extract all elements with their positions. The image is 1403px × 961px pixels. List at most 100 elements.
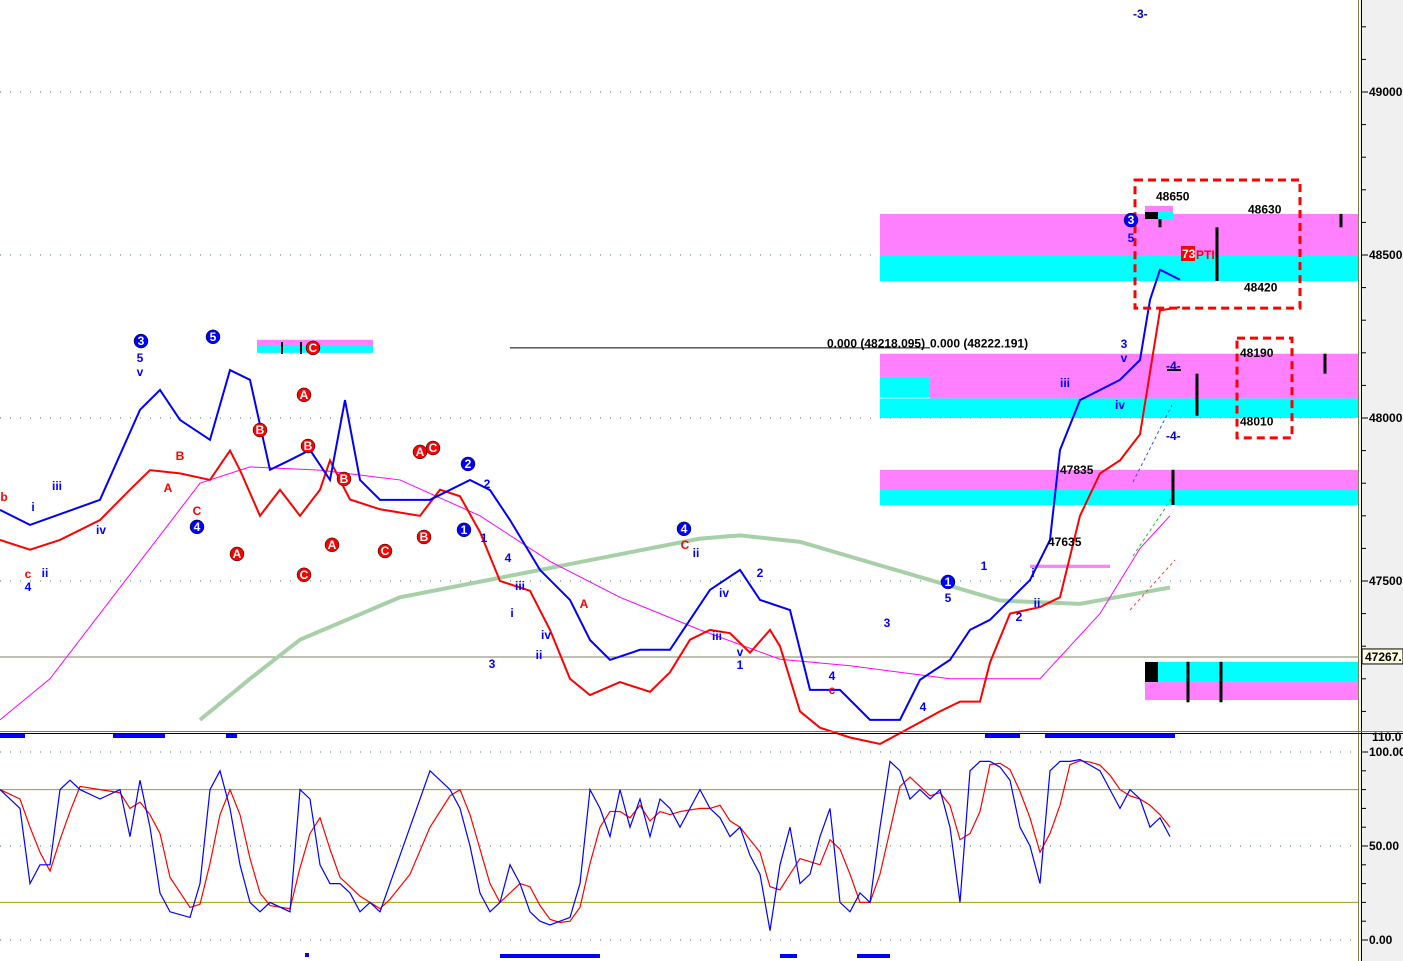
signal-bar [985, 734, 1020, 738]
wave-label: 5 [1128, 231, 1135, 245]
stochastic-panel[interactable] [0, 751, 1358, 941]
wave-label: C [300, 568, 309, 582]
signal-bar [113, 734, 165, 738]
wave-label: i [31, 500, 34, 514]
wave-label: ii [42, 566, 49, 580]
wave-label: C [429, 441, 438, 455]
supply-zone [880, 353, 1358, 377]
trading-chart: biiiic4iiiv35v54CABBAABCCBA CBA C21214iiii… [0, 0, 1403, 961]
wave-label: iv [96, 523, 106, 537]
signal-bar [780, 954, 797, 958]
signal-bar [1045, 734, 1175, 738]
signal-bar [500, 954, 600, 958]
wave-label: 4 [829, 669, 836, 683]
wave-label: iv [1115, 398, 1125, 412]
price-annotation: 0.000 (48222.191) [930, 337, 1028, 351]
price-annotation: 48420 [1244, 281, 1278, 295]
wave-label: iv [719, 586, 729, 600]
price-annotation: 48650 [1156, 189, 1190, 203]
osc-tick-label: 0.00 [1369, 933, 1393, 947]
price-tick-label: 49000 [1369, 85, 1403, 99]
supply-zone [1030, 564, 1110, 568]
target-block-cyan [1158, 212, 1173, 219]
demand-zone [880, 376, 930, 398]
wave-label: v [1121, 351, 1128, 365]
wave-label: 5 [137, 351, 144, 365]
wave-label: A [580, 597, 589, 611]
wave-label: A [164, 481, 173, 495]
wave-label: b [0, 490, 7, 504]
price-annotation: -4- [1166, 359, 1181, 373]
demand-zone [880, 255, 1358, 282]
wave-label: v [137, 365, 144, 379]
projection-line-green [1132, 497, 1173, 557]
wave-label: 1 [461, 523, 468, 537]
current-price-label: 47267. [1365, 650, 1402, 664]
wave-label: i [1031, 566, 1034, 580]
price-annotation: 48190 [1240, 346, 1274, 360]
wave-label: 3 [1128, 213, 1135, 227]
price-annotation: PTI [1196, 248, 1215, 262]
wave-label: 2 [484, 477, 491, 491]
supply-zone [1145, 682, 1358, 700]
pti-badge-value: 73 [1182, 247, 1196, 261]
wave-label: iii [1060, 376, 1070, 390]
wave-label: iii [712, 629, 722, 643]
wave-label: iv [541, 628, 551, 642]
osc-tick-label: 100.00 [1369, 745, 1403, 759]
target-mark [281, 342, 283, 354]
wave-label: 3 [1121, 337, 1128, 351]
signal-bar [226, 734, 237, 738]
wave-label: B [420, 530, 429, 544]
wave-label: ii [536, 648, 543, 662]
price-axis-panel [1360, 0, 1403, 961]
wave-label: C [681, 538, 690, 552]
wave-label: 2 [465, 457, 472, 471]
wave-label: 4 [505, 551, 512, 565]
wave-label: A [300, 388, 309, 402]
wave-label: 5 [945, 591, 952, 605]
demand-zone [1145, 661, 1358, 683]
wave-label: A [328, 538, 337, 552]
wave-label: B [176, 449, 185, 463]
wave-label: 4 [920, 700, 927, 714]
supply-zone [930, 376, 1358, 399]
wave-label: B [340, 472, 349, 486]
wave-label: C [381, 544, 390, 558]
wave-label: 1 [481, 531, 488, 545]
demand-zone [880, 490, 1358, 506]
price-tick-label: 48000 [1369, 411, 1403, 425]
target-block [1145, 662, 1158, 682]
price-annotation: 47835 [1060, 463, 1094, 477]
wave-label: c [25, 567, 32, 581]
signal-bar [305, 953, 309, 957]
wave-label: c [829, 683, 836, 697]
target-block [1145, 212, 1158, 219]
signal-bar [0, 734, 25, 738]
wave-label: 4 [681, 522, 688, 536]
wave-label: iii [52, 479, 62, 493]
osc-top-label: 110.0 [1372, 730, 1402, 744]
stoch-k-line [0, 758, 1171, 931]
price-annotation: 0.000 (48218.095) [827, 337, 925, 351]
supply-zone [880, 213, 1358, 255]
price-panel[interactable]: biiiic4iiiv35v54CABBAABCCBA CBA C21214iiii… [0, 7, 1358, 746]
wave-label: C [309, 341, 318, 355]
wave-label: A [233, 547, 242, 561]
wave-label: 3 [138, 334, 145, 348]
wave-label: B [304, 439, 313, 453]
wave-label: A [416, 445, 425, 459]
price-annotation: -4- [1166, 429, 1181, 443]
wave-label: 2 [757, 566, 764, 580]
wave-label: ii [1034, 596, 1041, 610]
wave-label: 1 [981, 559, 988, 573]
wave-label: B [256, 423, 265, 437]
price-annotation: 48630 [1248, 202, 1282, 216]
price-annotation: 48010 [1240, 414, 1274, 428]
projection-line-red [1129, 559, 1176, 611]
wave-label: 5 [210, 330, 217, 344]
wave-label: ii [693, 546, 700, 560]
wave-label: 4 [25, 580, 32, 594]
signal-bars-bottom [305, 953, 890, 958]
target-mark [300, 342, 302, 354]
